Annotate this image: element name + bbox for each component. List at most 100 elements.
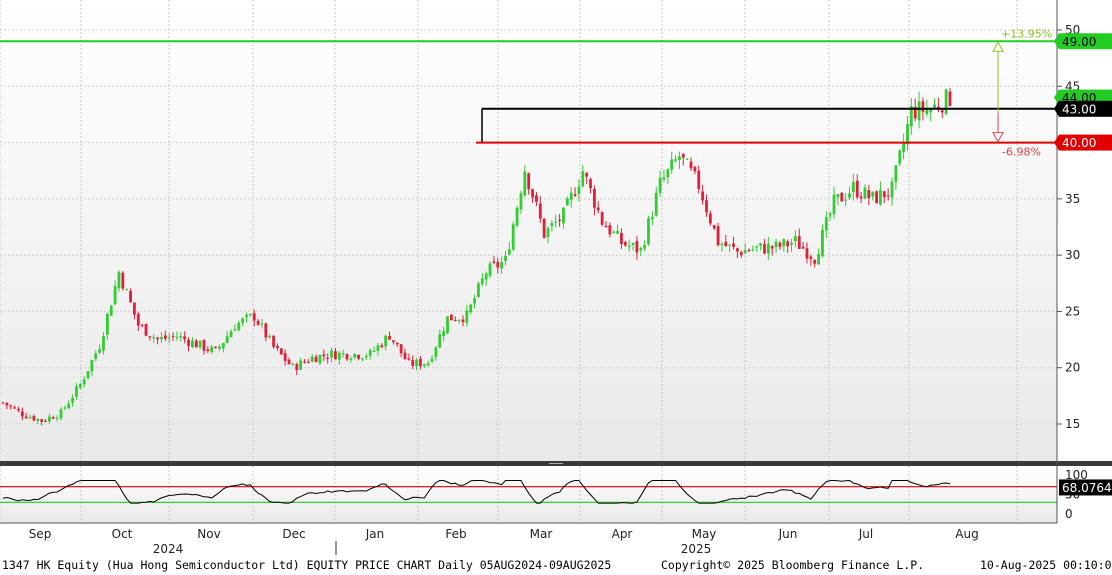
candle-up [500,262,504,269]
candle-down [940,110,944,113]
footer-timestamp: 10-Aug-2025 00:10:04 [980,558,1112,572]
candle-up [434,347,438,358]
candle-down [705,200,708,213]
candle-down [391,340,395,343]
candle-down [206,349,210,351]
candle-down [345,354,349,360]
candle-up [569,192,573,200]
candle-up [894,165,898,182]
candle-up [562,207,565,224]
candle-up [218,346,221,349]
candle-up [376,345,380,351]
rsi-tick-label: 0 [1065,507,1073,521]
candle-up [233,329,237,331]
candle-up [639,247,643,251]
candle-up [179,336,183,338]
candle-down [1,402,5,404]
level-40-label: 40.00 [1062,136,1096,150]
candle-up [98,349,102,353]
month-label: Aug [955,527,978,541]
candle-up [36,418,40,421]
candle-down [187,339,190,346]
candle-up [248,314,252,316]
candle-down [809,256,813,259]
candle-up [728,244,732,246]
candle-down [496,261,500,268]
candle-up [221,343,225,349]
candle-down [689,161,693,169]
candle-down [419,358,422,367]
candle-down [453,319,457,321]
footer-copyright: Copyright© 2025 Bloomberg Finance L.P. [661,558,925,572]
candle-down [604,225,608,228]
candle-down [542,218,546,238]
candle-up [330,350,333,358]
candle-up [446,316,449,334]
candle-down [264,323,268,338]
candle-up [167,337,171,339]
candle-up [465,310,469,323]
candle-down [867,190,871,199]
month-label: Jun [778,527,798,541]
candle-up [546,227,550,237]
candle-down [272,335,275,347]
candle-up [844,199,848,201]
candle-up [515,207,519,226]
candle-up [442,331,446,336]
level-49-label: 49.00 [1062,35,1096,49]
month-label: Dec [282,527,305,541]
candle-up [654,192,658,216]
candle-up [245,314,248,317]
rsi-panel-background [0,466,1057,523]
candle-down [805,248,809,259]
candle-down [403,352,407,360]
candle-down [747,250,751,252]
candle-up [766,244,770,254]
candle-down [399,344,403,354]
candle-down [712,225,716,229]
candle-down [608,225,612,235]
candle-down [797,236,801,249]
month-label: Mar [530,527,553,541]
candle-up [832,194,836,214]
candle-down [395,342,399,345]
candle-down [623,242,627,246]
level-43-label: 43.00 [1062,102,1096,116]
candle-down [921,101,925,112]
candle-down [763,244,766,254]
candle-down [136,313,140,326]
candle-down [144,324,148,336]
candle-up [86,371,90,379]
price-tick-label: 35 [1065,192,1080,206]
candle-up [488,263,492,276]
candle-up [477,283,480,297]
candle-down [32,416,36,421]
candle-down [20,411,24,417]
candle-up [109,305,113,316]
candle-down [585,173,589,177]
month-label: May [692,527,717,541]
month-label: Nov [197,527,220,541]
candle-down [635,241,639,253]
candle-up [917,101,921,121]
candle-up [384,335,388,347]
candle-down [600,212,604,225]
candle-up [828,213,832,216]
candle-down [17,408,20,411]
candle-up [299,360,303,370]
candle-down [314,356,318,363]
chart-footer: 1347 HK Equity (Hua Hong Semiconductor L… [0,555,1112,575]
candle-down [183,336,187,340]
candle-up [28,417,32,419]
candle-up [906,124,909,144]
candle-up [817,254,820,265]
year-label: 2024 [153,542,184,555]
candle-down [492,261,496,263]
candle-down [527,173,531,190]
candle-down [840,192,844,202]
candle-up [743,250,747,254]
price-tick-label: 15 [1065,417,1080,431]
candle-up [102,336,105,351]
candle-down [693,166,697,172]
candle-down [558,219,562,222]
